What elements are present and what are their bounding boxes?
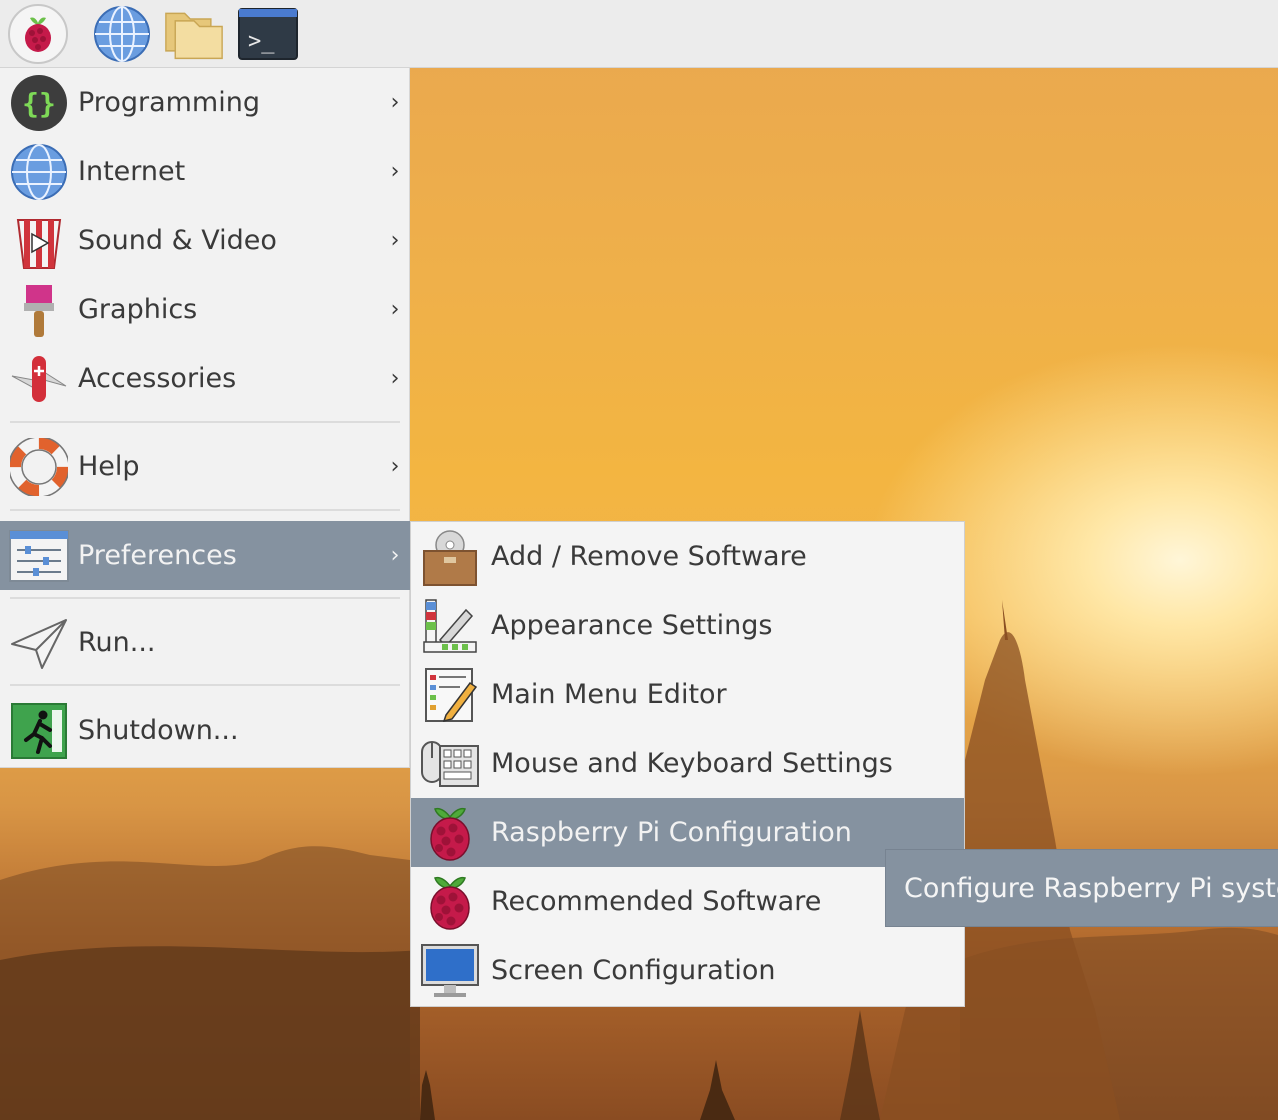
file-manager-launcher[interactable] [164, 4, 224, 64]
menu-item-programming[interactable]: {} Programming › [0, 68, 410, 137]
menu-item-internet[interactable]: Internet › [0, 137, 410, 206]
menu-item-sound-video[interactable]: Sound & Video › [0, 206, 410, 275]
menu-item-shutdown[interactable]: Shutdown... [0, 696, 410, 765]
chevron-right-icon: › [390, 297, 400, 322]
submenu-item-recommended-software[interactable]: Recommended Software [411, 867, 964, 936]
menu-separator [10, 597, 400, 599]
submenu-item-label: Screen Configuration [491, 955, 776, 986]
menu-item-label: Accessories [78, 363, 237, 394]
menu-separator [10, 684, 400, 686]
menu-separator [10, 509, 400, 511]
raspberry-icon [419, 871, 481, 933]
submenu-item-raspberry-pi-configuration[interactable]: Raspberry Pi Configuration [411, 798, 964, 867]
submenu-item-screen-configuration[interactable]: Screen Configuration [411, 936, 964, 1005]
sliders-icon [8, 525, 70, 587]
keyboard-mouse-icon [419, 733, 481, 795]
svg-text:>_: >_ [248, 29, 275, 54]
chevron-right-icon: › [390, 90, 400, 115]
submenu-item-label: Recommended Software [491, 886, 822, 917]
menu-item-label: Help [78, 451, 140, 482]
package-icon [419, 526, 481, 588]
menu-item-run[interactable]: Run... [0, 608, 410, 677]
paintbrush-icon [8, 279, 70, 341]
menu-item-preferences[interactable]: Preferences › [0, 521, 410, 590]
menu-item-label: Run... [78, 627, 156, 658]
main-menu: {} Programming › Internet › Sound & Vide… [0, 68, 410, 768]
globe-icon [94, 6, 150, 62]
folder-icon [165, 12, 223, 60]
terminal-icon: >_ [238, 8, 298, 60]
submenu-item-label: Mouse and Keyboard Settings [491, 748, 893, 779]
raspberry-icon [419, 802, 481, 864]
menu-item-label: Internet [78, 156, 186, 187]
submenu-item-label: Appearance Settings [491, 610, 773, 641]
chevron-right-icon: › [390, 454, 400, 479]
chevron-right-icon: › [390, 159, 400, 184]
menu-item-graphics[interactable]: Graphics › [0, 275, 410, 344]
menu-item-label: Programming [78, 87, 260, 118]
menu-item-help[interactable]: Help › [0, 432, 410, 501]
submenu-item-main-menu-editor[interactable]: Main Menu Editor [411, 660, 964, 729]
submenu-item-mouse-keyboard-settings[interactable]: Mouse and Keyboard Settings [411, 729, 964, 798]
submenu-item-label: Raspberry Pi Configuration [491, 817, 852, 848]
monitor-icon [419, 940, 481, 1002]
raspberry-icon [8, 4, 68, 64]
popcorn-icon [8, 210, 70, 272]
chevron-right-icon: › [390, 228, 400, 253]
chevron-right-icon: › [390, 366, 400, 391]
palette-icon [419, 595, 481, 657]
menu-item-accessories[interactable]: Accessories › [0, 344, 410, 413]
preferences-submenu: Add / Remove Software Appearance Setting… [410, 521, 965, 1007]
menu-item-label: Preferences [78, 540, 237, 571]
knife-icon [8, 348, 70, 410]
submenu-item-label: Main Menu Editor [491, 679, 727, 710]
menu-item-label: Sound & Video [78, 225, 277, 256]
top-panel: >_ [0, 0, 1278, 68]
braces-icon: {} [8, 72, 70, 134]
svg-text:{}: {} [22, 87, 56, 120]
exit-icon [8, 700, 70, 762]
submenu-item-appearance-settings[interactable]: Appearance Settings [411, 591, 964, 660]
tooltip: Configure Raspberry Pi syste [885, 849, 1278, 927]
globe-icon [8, 141, 70, 203]
menu-item-label: Graphics [78, 294, 198, 325]
paper-plane-icon [8, 612, 70, 674]
raspberry-menu-button[interactable] [8, 4, 68, 64]
terminal-launcher[interactable]: >_ [238, 4, 298, 64]
menu-item-label: Shutdown... [78, 715, 239, 746]
submenu-item-add-remove-software[interactable]: Add / Remove Software [411, 522, 964, 591]
lifebuoy-icon [8, 436, 70, 498]
menu-separator [10, 421, 400, 423]
submenu-item-label: Add / Remove Software [491, 541, 807, 572]
chevron-right-icon: › [390, 543, 400, 568]
web-browser-launcher[interactable] [92, 4, 152, 64]
menu-editor-icon [419, 664, 481, 726]
